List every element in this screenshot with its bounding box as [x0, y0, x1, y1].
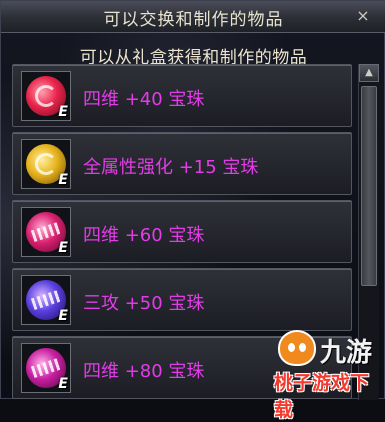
grade-badge: E — [58, 104, 68, 120]
item-label: 四维 +40 宝珠 — [83, 89, 205, 110]
list-item[interactable]: E 四维 +60 宝珠 — [12, 200, 352, 263]
site-watermark: 九游 桃子游戏下载 — [270, 328, 385, 421]
scroll-up-arrow-icon[interactable]: ▲ — [359, 64, 379, 82]
list-item[interactable]: E 四维 +40 宝珠 — [12, 64, 352, 127]
title-bar[interactable]: 可以交换和制作的物品 × — [1, 1, 385, 33]
item-slot: E — [21, 71, 71, 121]
gem-hatch-icon: E — [26, 280, 68, 324]
mascot-logo-icon — [278, 330, 316, 366]
gem-swirl-icon: E — [26, 76, 68, 120]
item-slot: E — [21, 275, 71, 325]
watermark-site-text: 桃子游戏下载 — [274, 372, 370, 421]
item-slot: E — [21, 207, 71, 257]
item-label: 三攻 +50 宝珠 — [83, 293, 205, 314]
grade-badge: E — [58, 376, 68, 392]
item-label: 四维 +80 宝珠 — [83, 361, 205, 382]
window-title: 可以交换和制作的物品 — [103, 10, 284, 30]
list-item[interactable]: E 三攻 +50 宝珠 — [12, 268, 352, 331]
scrollbar-thumb[interactable] — [361, 86, 377, 286]
item-label: 四维 +60 宝珠 — [83, 225, 205, 246]
item-label: 全属性强化 +15 宝珠 — [83, 157, 259, 178]
grade-badge: E — [58, 308, 68, 324]
gem-hatch-icon: E — [26, 212, 68, 256]
item-slot: E — [21, 139, 71, 189]
watermark-logo-text: 九游 — [320, 338, 373, 368]
gem-swirl-icon: E — [26, 144, 68, 188]
close-icon[interactable]: × — [354, 7, 372, 25]
gem-hatch-icon: E — [26, 348, 68, 392]
grade-badge: E — [58, 172, 68, 188]
item-slot: E — [21, 343, 71, 393]
grade-badge: E — [58, 240, 68, 256]
list-item[interactable]: E 全属性强化 +15 宝珠 — [12, 132, 352, 195]
